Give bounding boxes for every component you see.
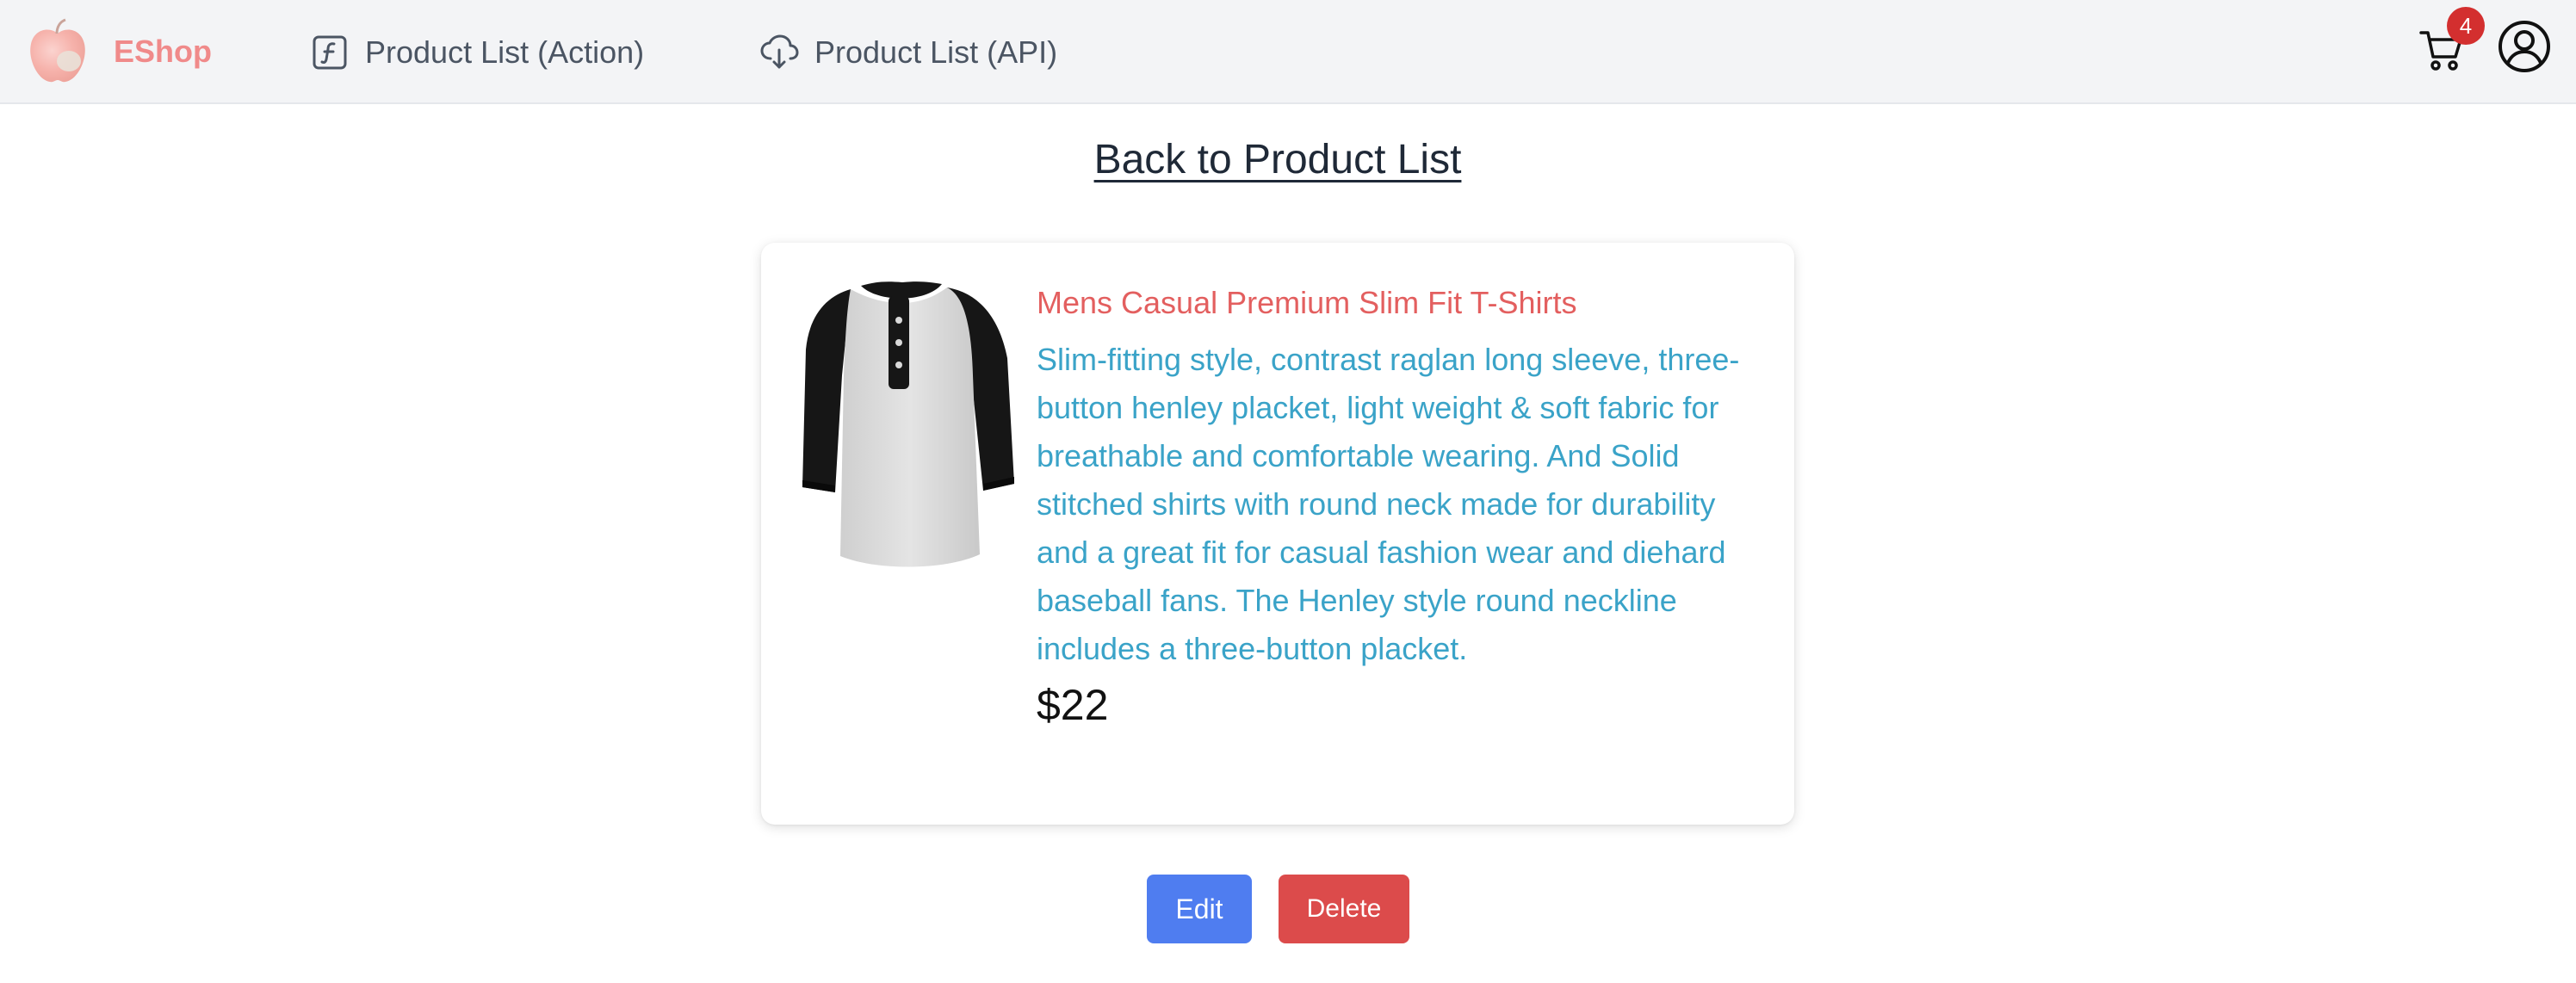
cloud-download-icon	[759, 33, 799, 72]
product-title: Mens Casual Premium Slim Fit T-Shirts	[1037, 285, 1577, 320]
product-card: Mens Casual Premium Slim Fit T-Shirts Sl…	[761, 243, 1794, 825]
product-info: Mens Casual Premium Slim Fit T-Shirts Sl…	[1037, 282, 1743, 733]
user-circle-icon	[2497, 21, 2552, 77]
delete-button[interactable]: Delete	[1279, 875, 1409, 943]
henley-shirt-image	[801, 281, 1016, 573]
nav-label: Product List (API)	[814, 34, 1058, 70]
back-to-product-list-link[interactable]: Back to Product List	[1094, 137, 1462, 182]
nav-product-list-api[interactable]: Product List (API)	[759, 0, 1057, 104]
function-icon	[310, 33, 350, 72]
apple-logo-icon	[24, 18, 91, 85]
back-link-row: Back to Product List	[0, 136, 2555, 183]
top-navbar: EShop Product List (Action) Product List…	[0, 0, 2576, 104]
product-price: $22	[1037, 681, 1109, 729]
nav-label: Product List (Action)	[365, 34, 645, 70]
product-description: Slim-fitting style, contrast raglan long…	[1037, 342, 1740, 666]
edit-button[interactable]: Edit	[1147, 875, 1252, 943]
brand[interactable]: EShop	[24, 15, 212, 88]
cart-count-badge: 4	[2447, 7, 2485, 45]
account-button[interactable]	[2497, 19, 2554, 76]
brand-name: EShop	[114, 34, 212, 69]
nav-product-list-action[interactable]: Product List (Action)	[310, 0, 644, 104]
